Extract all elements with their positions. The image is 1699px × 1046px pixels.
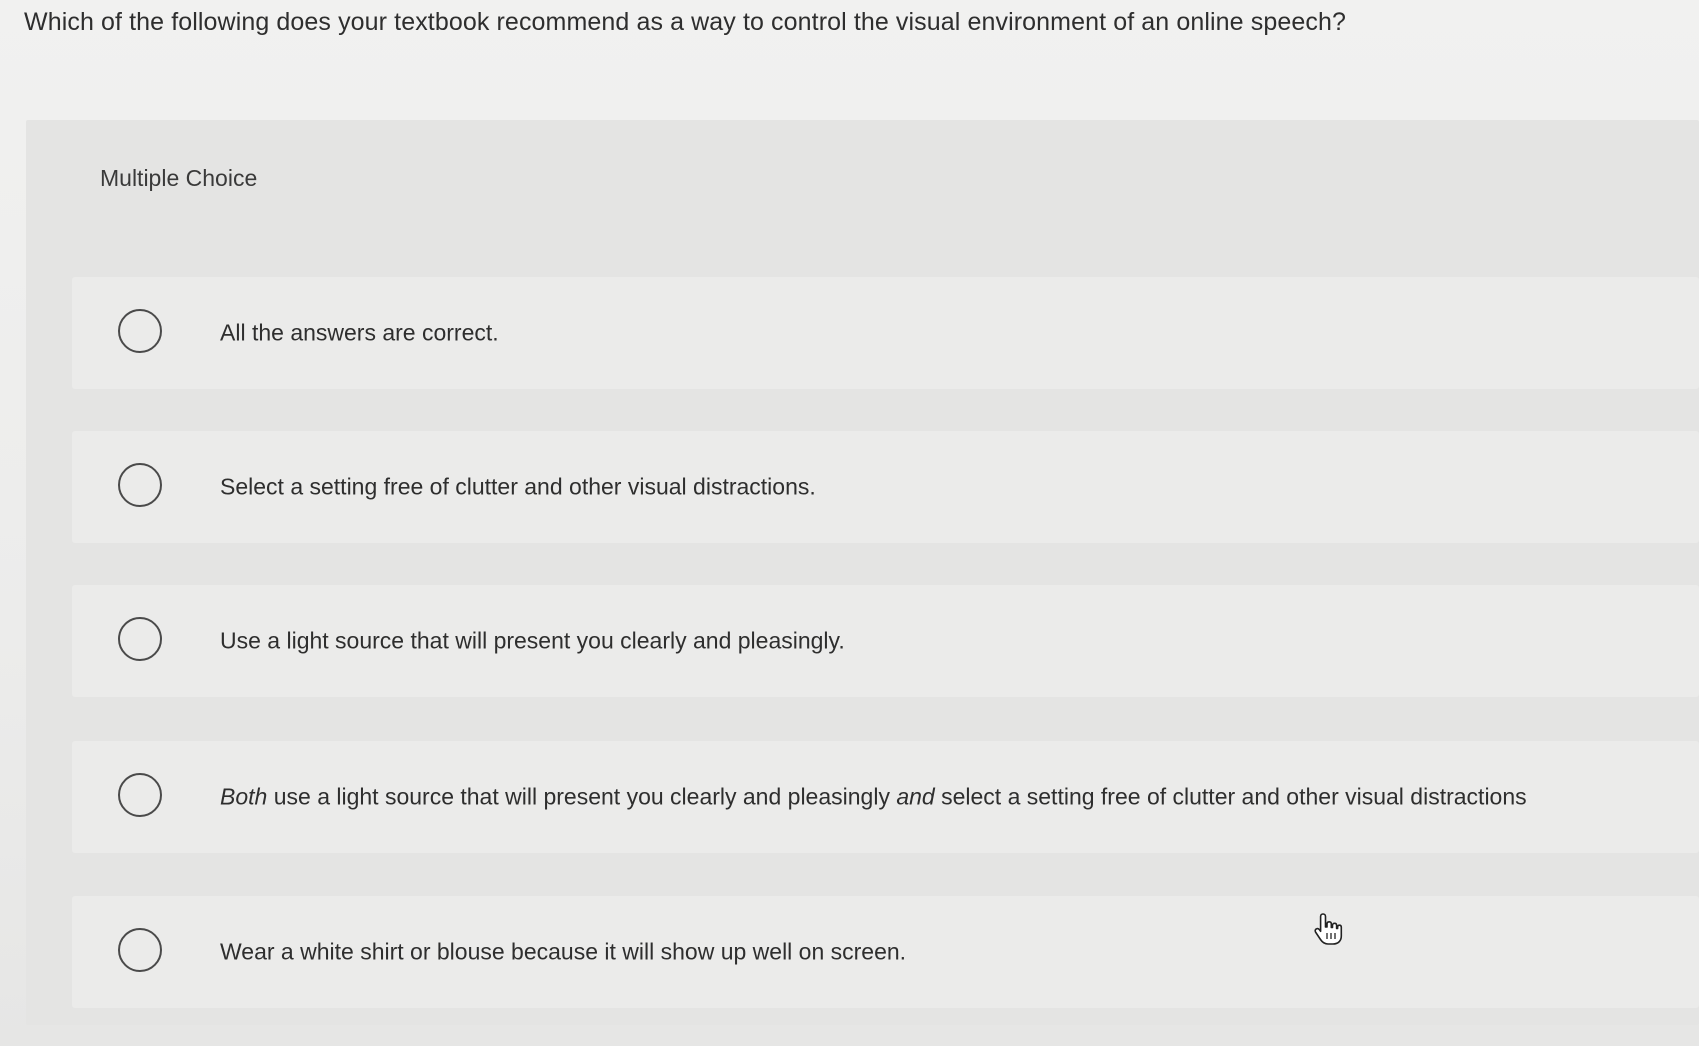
answer-option-1[interactable]: All the answers are correct. (72, 277, 1699, 389)
answer-text-1: All the answers are correct. (220, 319, 499, 346)
question-text: Which of the following does your textboo… (24, 8, 1346, 36)
question-type-label: Multiple Choice (100, 165, 258, 191)
answer-option-4[interactable]: Both use a light source that will presen… (72, 741, 1699, 853)
answer-option-3[interactable]: Use a light source that will present you… (72, 585, 1699, 697)
radio-button-2[interactable] (118, 463, 162, 507)
answer-text-3: Use a light source that will present you… (220, 627, 845, 654)
answer-text-4: Both use a light source that will presen… (220, 784, 1527, 811)
multiple-choice-panel (26, 120, 1699, 1025)
answer-text-4-emphasis-and: and (896, 783, 935, 810)
radio-button-3[interactable] (118, 617, 162, 661)
radio-button-5[interactable] (118, 928, 162, 972)
hand-pointer-icon (1314, 913, 1343, 945)
answer-text-5: Wear a white shirt or blouse because it … (220, 938, 907, 965)
answer-text-4-body-b: select a setting free of clutter and oth… (934, 783, 1527, 810)
radio-button-1[interactable] (118, 309, 162, 353)
answer-option-2[interactable]: Select a setting free of clutter and oth… (72, 431, 1699, 543)
answer-option-5[interactable]: Wear a white shirt or blouse because it … (72, 896, 1699, 1008)
answer-text-2: Select a setting free of clutter and oth… (220, 473, 816, 500)
answer-text-4-emphasis-both: Both (220, 783, 268, 810)
radio-button-4[interactable] (118, 773, 162, 817)
answer-text-4-body-a: use a light source that will present you… (267, 783, 897, 810)
